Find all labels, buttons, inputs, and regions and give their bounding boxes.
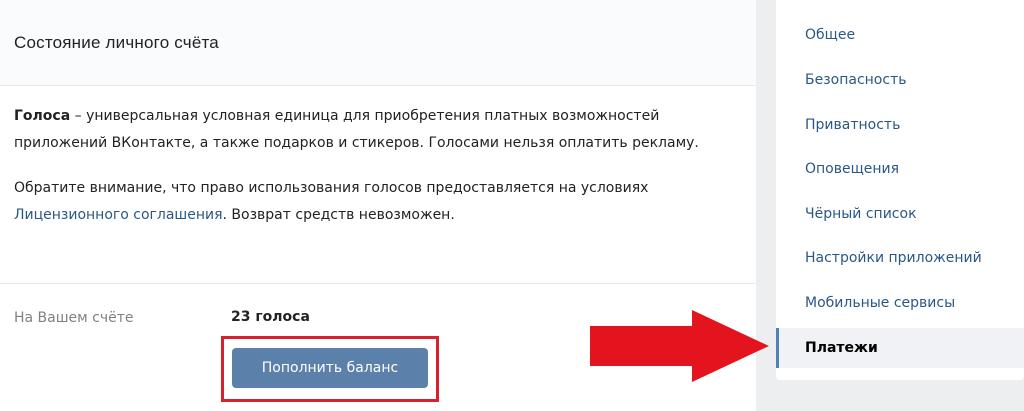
- card-body: Голоса – универсальная условная единица …: [0, 86, 756, 229]
- balance-label: На Вашем счёте: [14, 310, 134, 326]
- notice-text-after: . Возврат средств невозможен.: [222, 207, 455, 223]
- license-notice: Обратите внимание, что право использован…: [14, 175, 738, 229]
- topup-balance-button[interactable]: Пополнить баланс: [232, 348, 428, 388]
- sidebar-item-notifications[interactable]: Оповещения: [776, 149, 1024, 189]
- votes-description: Голоса – универсальная условная единица …: [14, 103, 738, 157]
- divider: [0, 283, 756, 284]
- settings-page: Состояние личного счёта Голоса – универс…: [0, 0, 1024, 411]
- votes-intro: – универсальная условная единица для при…: [14, 108, 699, 151]
- page-title: Состояние личного счёта: [14, 32, 219, 52]
- sidebar-item-mobile-services[interactable]: Мобильные сервисы: [776, 283, 1024, 323]
- notice-text-before: Обратите внимание, что право использован…: [14, 180, 649, 196]
- sidebar-item-privacy[interactable]: Приватность: [776, 105, 1024, 145]
- sidebar-item-app-settings[interactable]: Настройки приложений: [776, 238, 1024, 278]
- votes-term: Голоса: [14, 108, 71, 124]
- red-arrow-icon: [590, 310, 769, 382]
- arrow-shape: [590, 310, 769, 382]
- settings-sidebar: Общее Безопасность Приватность Оповещени…: [776, 0, 1024, 380]
- license-agreement-link[interactable]: Лицензионного соглашения: [14, 207, 223, 223]
- sidebar-item-security[interactable]: Безопасность: [776, 60, 1024, 100]
- balance-value: 23 голоса: [231, 309, 310, 325]
- sidebar-item-payments[interactable]: Платежи: [776, 328, 1024, 368]
- card-header: Состояние личного счёта: [0, 0, 756, 86]
- sidebar-item-blacklist[interactable]: Чёрный список: [776, 194, 1024, 234]
- sidebar-item-general[interactable]: Общее: [776, 15, 1024, 55]
